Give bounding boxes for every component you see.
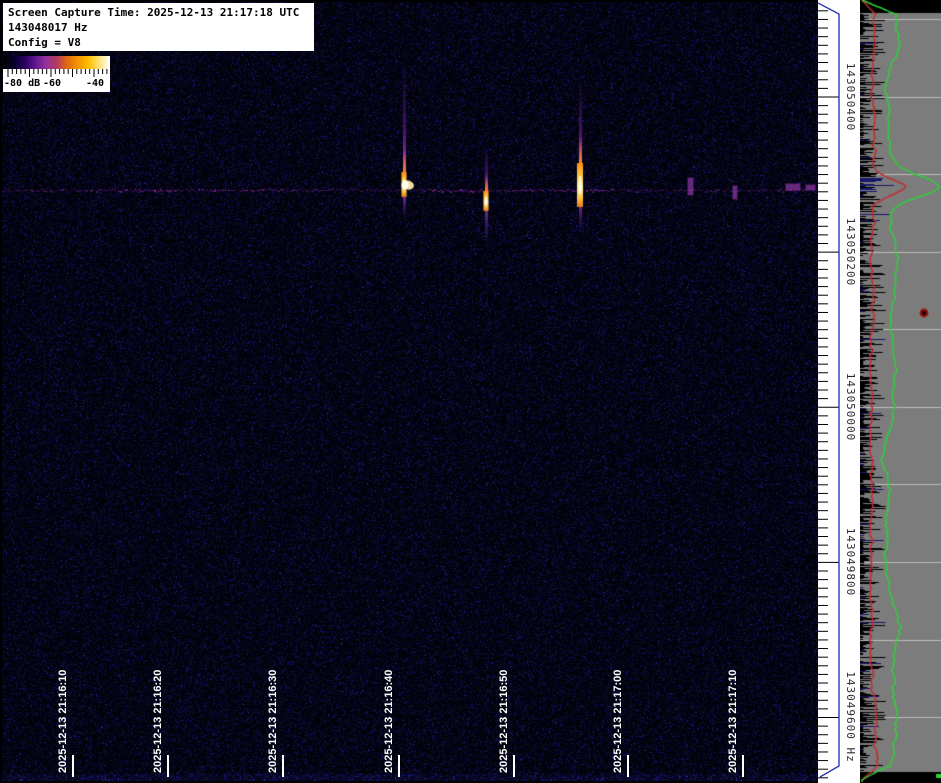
waterfall-display: [2, 2, 818, 781]
frequency-ruler: 143050400 143050200 143050000 143049800 1430…: [818, 0, 860, 783]
frequency-value: 143049600: [844, 671, 857, 740]
color-gradient-bar: [3, 56, 110, 69]
capture-info-box: Screen Capture Time: 2025-12-13 21:17:18…: [3, 3, 314, 51]
center-frequency-text: 143048017 Hz: [8, 20, 314, 35]
color-scale-ruler: [3, 69, 110, 78]
frequency-value: 143050000: [844, 373, 857, 442]
frequency-value: 143050400: [844, 63, 857, 132]
config-text: Config = V8: [8, 35, 314, 50]
frequency-axis-label: 143050400: [844, 63, 857, 132]
capture-time-text: Screen Capture Time: 2025-12-13 21:17:18…: [8, 5, 314, 20]
frequency-axis-label: 143049800: [844, 528, 857, 597]
db-label-80: -80 dB: [4, 78, 40, 89]
color-scale-labels: -80 dB -60 -40: [3, 78, 110, 91]
frequency-axis-label: 143049600 Hz: [844, 671, 857, 762]
amplitude-color-scale: -80 dB -60 -40: [3, 56, 110, 92]
spectrum-capture-window: Screen Capture Time: 2025-12-13 21:17:18…: [0, 0, 941, 783]
db-label-40: -40: [86, 78, 104, 89]
frequency-unit: Hz: [844, 740, 857, 763]
frequency-axis-label: 143050000: [844, 373, 857, 442]
db-label-60: -60: [43, 78, 61, 89]
spectrum-graph-panel: [860, 0, 941, 783]
frequency-value: 143049800: [844, 528, 857, 597]
frequency-value: 143050200: [844, 218, 857, 287]
frequency-axis-label: 143050200: [844, 218, 857, 287]
